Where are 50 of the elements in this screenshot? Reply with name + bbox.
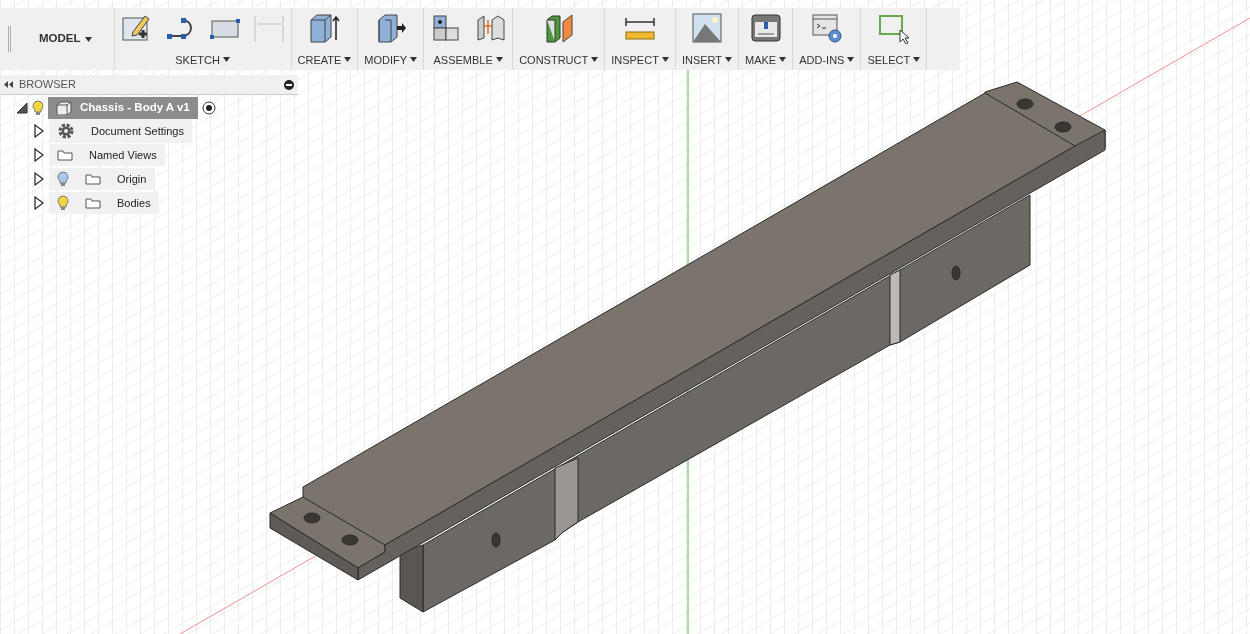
gear-icon[interactable]	[57, 122, 75, 140]
select-box-icon[interactable]	[877, 12, 910, 44]
toolbar-menu[interactable]: MAKE	[745, 51, 787, 68]
toolbar-menu[interactable]: CONSTRUCT	[519, 51, 599, 68]
terminal-gear-icon[interactable]	[810, 12, 843, 44]
lightbulb-icon[interactable]	[57, 195, 69, 211]
lightbulb-icon[interactable]	[32, 100, 44, 116]
browser-item[interactable]: Document Settings	[49, 119, 192, 143]
lightbulb-icon[interactable]	[57, 171, 69, 187]
expand-toggle-icon[interactable]	[33, 148, 45, 162]
caret-icon	[913, 57, 921, 63]
toolbar-menu[interactable]: INSERT	[681, 51, 732, 68]
caret-icon	[495, 57, 503, 63]
collapse-icon[interactable]	[4, 81, 13, 88]
box-icon	[56, 101, 72, 115]
caret-icon	[661, 57, 669, 63]
caret-icon	[344, 57, 352, 63]
folder-icon	[85, 173, 101, 185]
toolbar-grip[interactable]	[8, 26, 11, 52]
workspace-dropdown[interactable]: MODEL	[17, 30, 114, 48]
caret-icon	[591, 57, 599, 63]
minimize-icon[interactable]	[284, 79, 294, 90]
folder-icon	[57, 149, 73, 161]
toolbar-menu[interactable]: SELECT	[867, 51, 921, 68]
toolbar-menu[interactable]: ADD-INS	[799, 51, 855, 68]
caret-icon	[779, 57, 787, 63]
printer-icon[interactable]	[749, 12, 782, 44]
panel-title: BROWSER	[19, 77, 77, 93]
toolbar-menu[interactable]: CREATE	[297, 51, 352, 68]
toolbar-menu[interactable]: SKETCH	[175, 51, 230, 68]
caret-icon	[847, 57, 855, 63]
caret-icon	[410, 57, 418, 63]
browser-item[interactable]: Origin	[49, 167, 155, 191]
toolbar-menu[interactable]: MODIFY	[364, 51, 418, 68]
caret-icon	[222, 57, 230, 63]
radio-icon[interactable]	[201, 101, 216, 115]
caret-icon	[84, 36, 92, 42]
box-arrow-icon[interactable]	[308, 12, 341, 44]
expand-toggle-icon[interactable]	[33, 124, 45, 138]
picture-icon[interactable]	[690, 12, 723, 44]
folder-icon	[85, 197, 101, 209]
expand-toggle-icon[interactable]	[33, 172, 45, 186]
toolbar-menu[interactable]: INSPECT	[611, 51, 669, 68]
browser-item[interactable]: Bodies	[49, 191, 159, 215]
browser-item[interactable]: Named Views	[49, 143, 165, 167]
expand-toggle-icon[interactable]	[16, 101, 28, 115]
joint-icon[interactable]	[474, 12, 507, 44]
toolbar-menu[interactable]: ASSEMBLE	[433, 51, 503, 68]
expand-toggle-icon[interactable]	[33, 196, 45, 210]
caret-icon	[725, 57, 732, 63]
